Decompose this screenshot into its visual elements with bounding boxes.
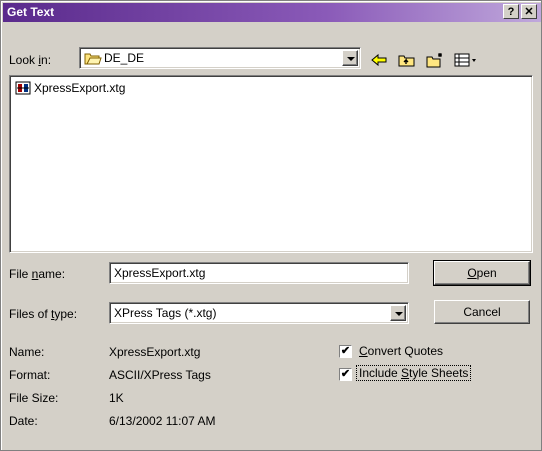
filename-label: File name:: [9, 267, 66, 281]
window-title: Get Text: [7, 5, 55, 19]
cancel-button[interactable]: Cancel: [434, 300, 530, 324]
filetype-dropdown-button[interactable]: [390, 305, 406, 321]
file-list[interactable]: XpressExport.xtg: [9, 75, 533, 253]
lookin-dropdown-button[interactable]: [342, 50, 358, 66]
title-bar[interactable]: Get Text ? ✕: [3, 3, 541, 22]
filetype-combo[interactable]: XPress Tags (*.xtg): [109, 302, 409, 324]
include-style-sheets-checkbox[interactable]: ✔: [339, 368, 352, 381]
file-name: XpressExport.xtg: [34, 81, 126, 95]
format-value: ASCII/XPress Tags: [109, 368, 211, 382]
include-style-sheets-label[interactable]: Include Style Sheets: [355, 365, 472, 381]
date-label: Date:: [9, 414, 38, 428]
name-label: Name:: [9, 345, 45, 359]
folder-open-icon: [84, 53, 102, 65]
filetype-value: XPress Tags (*.xtg): [114, 306, 217, 320]
format-label: Format:: [9, 368, 51, 382]
date-value: 6/13/2002 11:07 AM: [109, 414, 216, 428]
convert-quotes-checkbox[interactable]: ✔: [339, 345, 352, 358]
file-size-value: 1K: [109, 391, 124, 405]
file-size-label: File Size:: [9, 391, 59, 405]
lookin-combo[interactable]: DE_DE: [79, 47, 361, 69]
open-button[interactable]: Open: [433, 260, 531, 286]
new-folder-icon[interactable]: [425, 51, 445, 69]
lookin-value: DE_DE: [104, 51, 145, 65]
lookin-label: Look in:: [9, 53, 52, 67]
get-text-dialog: Get Text ? ✕ Look in: DE_DE XpressExport…: [0, 0, 542, 451]
back-arrow-icon[interactable]: [369, 51, 389, 69]
up-folder-icon[interactable]: [397, 51, 417, 69]
filename-input[interactable]: XpressExport.xtg: [109, 262, 409, 284]
filename-value: XpressExport.xtg: [114, 266, 206, 280]
convert-quotes-label[interactable]: Convert Quotes: [359, 344, 443, 358]
view-menu-icon[interactable]: [453, 51, 479, 69]
filetype-label: Files of type:: [9, 307, 78, 321]
name-value: XpressExport.xtg: [109, 345, 201, 359]
close-button[interactable]: ✕: [521, 4, 537, 19]
help-button[interactable]: ?: [503, 4, 519, 19]
xtg-file-icon: [15, 81, 31, 95]
